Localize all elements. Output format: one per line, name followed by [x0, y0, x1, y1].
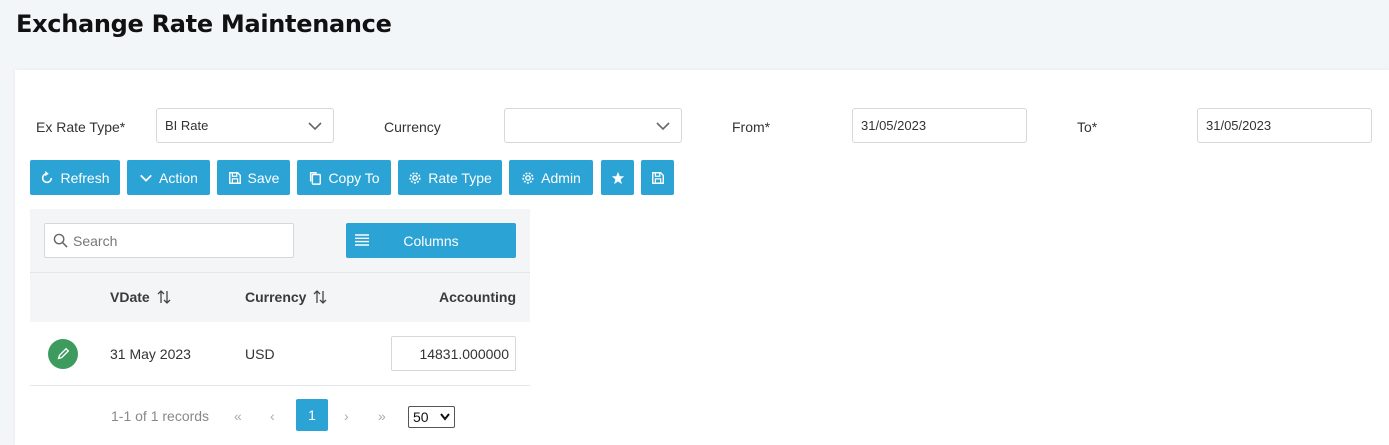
- copy-to-label: Copy To: [328, 169, 380, 186]
- to-date-input[interactable]: 31/05/2023: [1197, 108, 1372, 143]
- header-vdate[interactable]: VDate: [110, 289, 172, 305]
- edit-button[interactable]: [48, 339, 78, 369]
- chevron-down-icon: [140, 174, 152, 182]
- header-vdate-label: VDate: [110, 289, 150, 305]
- ex-rate-type-select[interactable]: BI Rate: [156, 108, 334, 143]
- currency-label: Currency: [384, 119, 441, 135]
- pager: 1-1 of 1 records « ‹ 1 › » 50: [30, 386, 530, 445]
- refresh-icon: [42, 170, 53, 183]
- ex-rate-type-value: BI Rate: [165, 118, 209, 133]
- rate-type-button[interactable]: Rate Type: [398, 160, 502, 195]
- search-icon: [53, 233, 68, 248]
- refresh-label: Refresh: [60, 169, 110, 186]
- copy-icon: [310, 171, 322, 185]
- chevron-down-icon: [656, 122, 670, 131]
- rate-type-label: Rate Type: [428, 169, 492, 186]
- pager-last-button[interactable]: »: [378, 408, 386, 424]
- ex-rate-type-label: Ex Rate Type*: [36, 119, 126, 135]
- columns-button[interactable]: Columns: [346, 223, 516, 258]
- save-layout-button[interactable]: [641, 160, 674, 195]
- action-button[interactable]: Action: [127, 160, 210, 195]
- pager-prev-button[interactable]: ‹: [270, 408, 275, 424]
- header-accounting[interactable]: Accounting: [439, 289, 516, 305]
- from-label: From*: [732, 119, 771, 135]
- main-card: Ex Rate Type* BI Rate Currency From* 31/…: [15, 70, 1389, 445]
- sort-icon: [157, 290, 171, 304]
- gear-icon: [522, 171, 534, 184]
- pager-current-page[interactable]: 1: [296, 399, 328, 431]
- favorite-button[interactable]: [601, 160, 634, 195]
- admin-button[interactable]: Admin: [509, 160, 593, 195]
- pager-first-button[interactable]: «: [234, 408, 242, 424]
- copy-to-button[interactable]: Copy To: [297, 160, 391, 195]
- from-date-input[interactable]: 31/05/2023: [852, 108, 1027, 143]
- floppy-icon: [228, 171, 241, 184]
- cell-currency: USD: [245, 346, 275, 362]
- cell-vdate: 31 May 2023: [110, 346, 191, 362]
- pencil-icon: [57, 347, 70, 360]
- table-row: 31 May 2023 USD 14831.000000: [30, 322, 530, 386]
- refresh-button[interactable]: Refresh: [30, 160, 120, 195]
- columns-label: Columns: [403, 232, 459, 249]
- pager-summary: 1-1 of 1 records: [111, 408, 210, 424]
- chevron-down-icon: [308, 122, 322, 131]
- chevron-down-icon: [440, 413, 450, 421]
- floppy-icon: [651, 171, 664, 184]
- page-size-select[interactable]: 50: [408, 406, 455, 428]
- pager-next-button[interactable]: ›: [344, 408, 349, 424]
- header-currency-label: Currency: [245, 289, 307, 305]
- accounting-input[interactable]: 14831.000000: [391, 336, 516, 371]
- search-placeholder: Search: [73, 232, 118, 249]
- currency-select[interactable]: [504, 108, 682, 143]
- page-size-value: 50: [413, 409, 429, 425]
- star-icon: [611, 171, 624, 184]
- save-label: Save: [247, 169, 280, 186]
- sort-icon: [314, 290, 327, 304]
- grid-toolbar: Search Columns: [30, 209, 530, 272]
- to-label: To*: [1077, 119, 1098, 135]
- admin-label: Admin: [541, 169, 581, 186]
- exchange-rate-grid: Search Columns VDate Currency Accounting: [30, 209, 530, 445]
- gear-icon: [409, 171, 421, 184]
- save-button[interactable]: Save: [217, 160, 290, 195]
- action-label: Action: [159, 169, 198, 186]
- search-input[interactable]: Search: [44, 223, 294, 258]
- page-title: Exchange Rate Maintenance: [16, 10, 392, 38]
- menu-lines-icon: [355, 234, 369, 246]
- header-currency[interactable]: Currency: [245, 289, 328, 305]
- header-accounting-label: Accounting: [439, 289, 516, 305]
- grid-header: VDate Currency Accounting: [30, 272, 530, 322]
